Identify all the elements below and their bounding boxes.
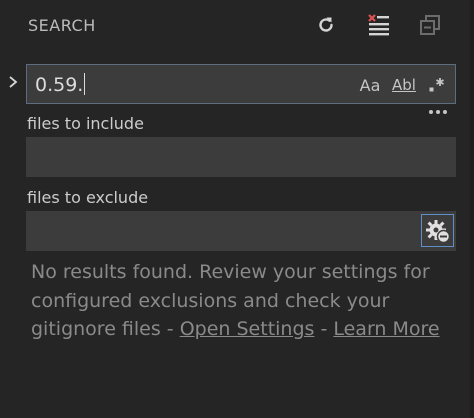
- search-query-text: 0.59.: [35, 74, 84, 96]
- open-settings-link[interactable]: Open Settings: [180, 318, 315, 340]
- files-to-exclude-input[interactable]: [26, 211, 456, 251]
- toggle-replace-chevron-icon[interactable]: [6, 74, 20, 90]
- match-whole-word-icon[interactable]: Abl: [389, 73, 419, 97]
- use-exclude-settings-gear-icon[interactable]: [421, 214, 454, 247]
- refresh-icon[interactable]: [313, 12, 339, 38]
- include-label: files to include: [27, 114, 144, 133]
- clear-results-icon[interactable]: [366, 12, 392, 38]
- collapse-all-icon[interactable]: [417, 12, 443, 38]
- search-view-header: SEARCH: [0, 0, 474, 50]
- view-title: SEARCH: [28, 16, 96, 35]
- search-input[interactable]: 0.59. Aa Abl: [26, 64, 456, 104]
- match-case-icon[interactable]: Aa: [356, 73, 384, 97]
- panel-edge: [470, 0, 474, 418]
- more-options-icon[interactable]: [428, 104, 448, 120]
- learn-more-link[interactable]: Learn More: [333, 318, 439, 340]
- link-separator: -: [314, 318, 334, 340]
- text-caret: [84, 73, 86, 95]
- files-to-include-input[interactable]: [26, 137, 456, 177]
- use-regex-icon[interactable]: [425, 73, 449, 97]
- exclude-label: files to exclude: [27, 188, 149, 207]
- no-results-message: No results found. Review your settings f…: [31, 258, 451, 344]
- search-input-value[interactable]: 0.59.: [35, 73, 86, 96]
